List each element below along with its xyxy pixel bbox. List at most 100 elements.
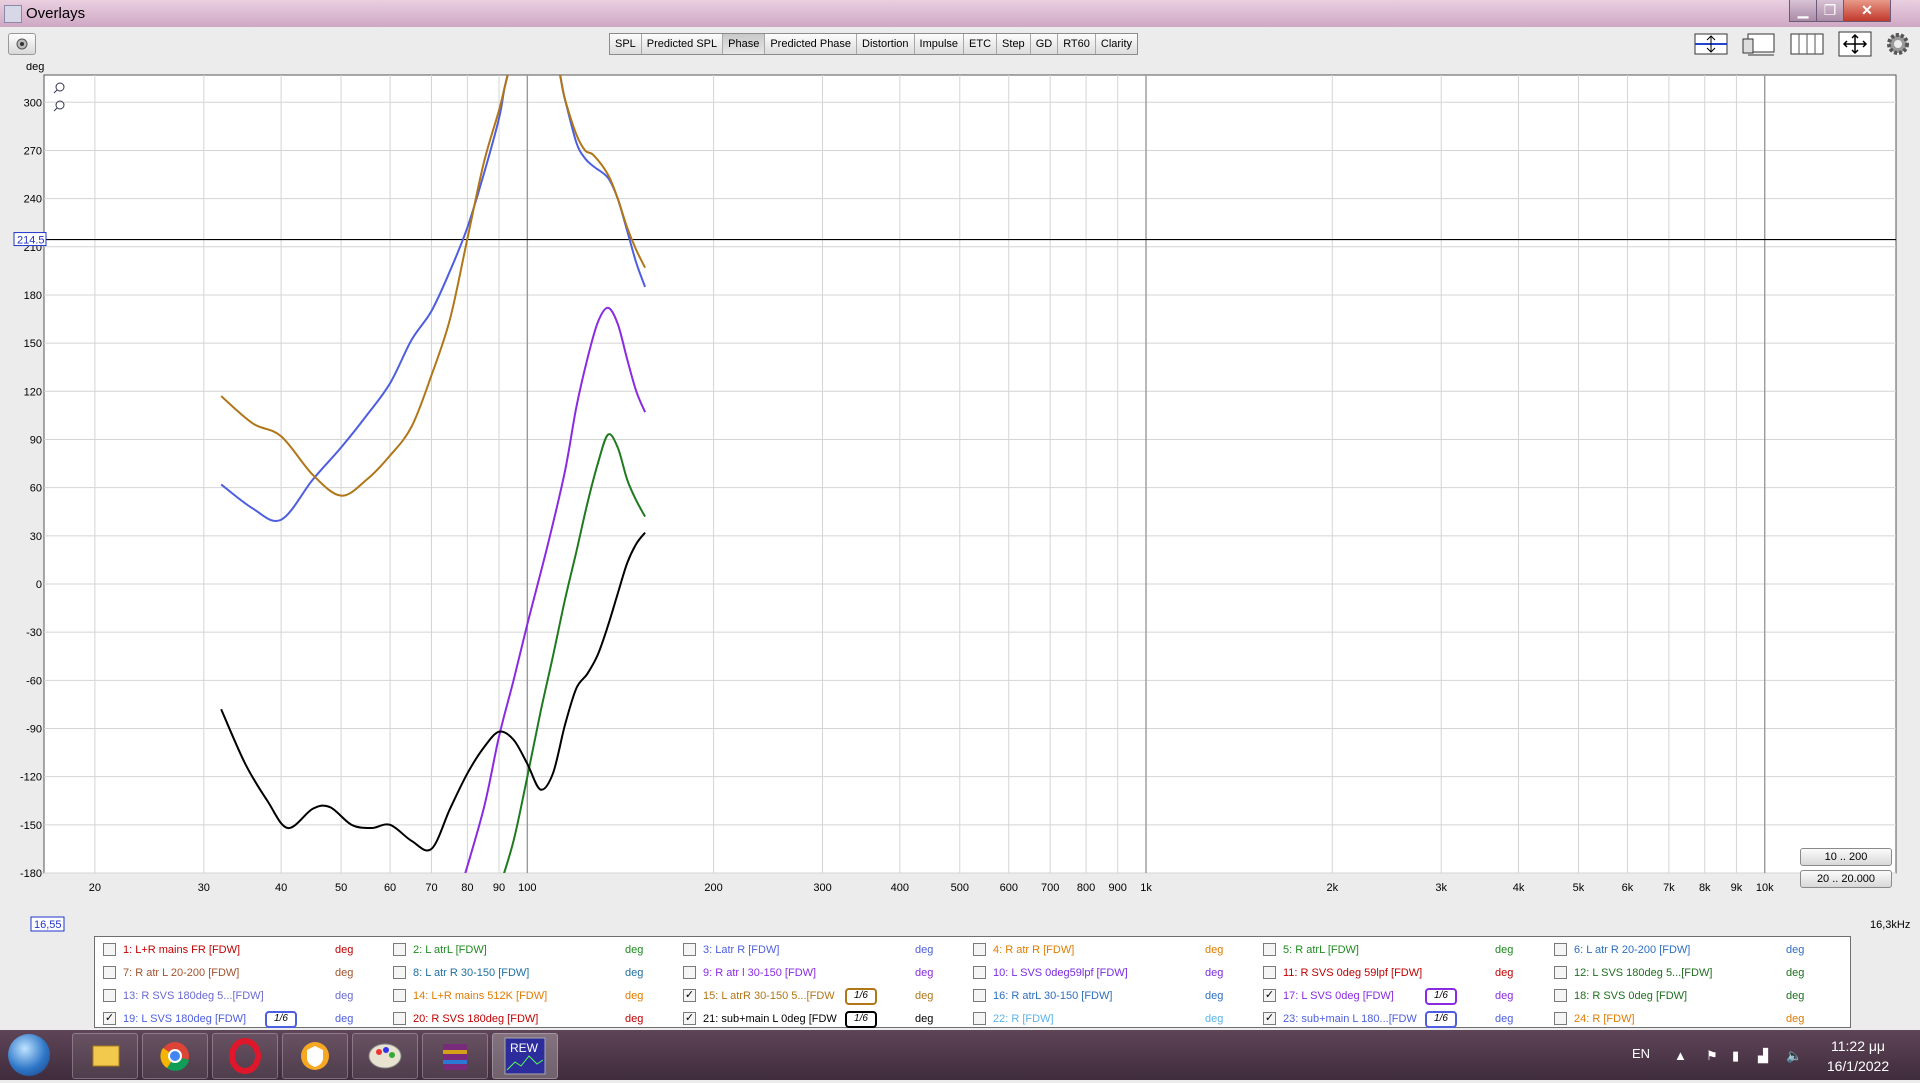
legend-item[interactable]: 4: R atr R [FDW] deg (969, 939, 1255, 960)
gear-icon[interactable] (1884, 31, 1912, 57)
opera-task[interactable] (212, 1033, 278, 1079)
legend-checkbox[interactable]: ✓ (1263, 989, 1276, 1002)
legend-checkbox[interactable]: ✓ (103, 1012, 116, 1025)
clock-date[interactable]: 16/1/2022 (1818, 1058, 1898, 1074)
flag-icon[interactable]: ⚑ (1706, 1048, 1718, 1064)
smoothing-badge[interactable]: 1/6 (1425, 1011, 1457, 1028)
legend-item[interactable]: 7: R atr L 20-200 [FDW] deg (99, 962, 385, 983)
tab-step[interactable]: Step (997, 34, 1031, 54)
legend-checkbox[interactable] (103, 966, 116, 979)
winrar-task[interactable] (422, 1033, 488, 1079)
y-tick-label: -30 (26, 627, 42, 639)
legend-checkbox[interactable]: ✓ (683, 1012, 696, 1025)
tab-impulse[interactable]: Impulse (914, 34, 965, 54)
legend-item[interactable]: 8: L atr R 30-150 [FDW] deg (389, 962, 675, 983)
language-indicator[interactable]: EN (1632, 1046, 1650, 1061)
close-button[interactable]: ✕ (1843, 0, 1891, 22)
smoothing-badge[interactable]: 1/6 (845, 1011, 877, 1028)
legend-checkbox[interactable] (1554, 943, 1567, 956)
legend-unit: deg (1495, 944, 1514, 956)
legend-checkbox[interactable] (973, 966, 986, 979)
battery-icon[interactable]: ▮ (1732, 1048, 1739, 1064)
legend-item[interactable]: 20: R SVS 180deg [FDW] deg (389, 1008, 675, 1029)
move-icon[interactable] (1838, 31, 1872, 57)
legend-item[interactable]: 22: R [FDW] deg (969, 1008, 1255, 1029)
smoothing-badge[interactable]: 1/6 (845, 988, 877, 1005)
legend-checkbox[interactable] (973, 943, 986, 956)
x-tick-label: 7k (1663, 882, 1675, 894)
tab-distortion[interactable]: Distortion (857, 34, 915, 54)
camera-button[interactable] (8, 33, 36, 55)
clock-time[interactable]: 11:22 μμ (1818, 1038, 1898, 1054)
legend-item[interactable]: 24: R [FDW] deg (1550, 1008, 1836, 1029)
tab-rt60[interactable]: RT60 (1058, 34, 1096, 54)
minimize-button[interactable]: ▁ (1789, 0, 1817, 22)
start-button[interactable] (8, 1034, 50, 1076)
legend-checkbox[interactable] (393, 943, 406, 956)
volume-icon[interactable]: 🔈 (1786, 1048, 1802, 1064)
show-hidden-icons[interactable]: ▲ (1674, 1048, 1687, 1063)
smoothing-badge[interactable]: 1/6 (265, 1011, 297, 1028)
file-explorer-task[interactable] (72, 1033, 138, 1079)
legend-item[interactable]: ✓ 23: sub+main L 180...[FDW 1/6 deg (1259, 1008, 1545, 1029)
legend-item[interactable]: 14: L+R mains 512K [FDW] deg (389, 985, 675, 1006)
tab-predicted-phase[interactable]: Predicted Phase (765, 34, 858, 54)
legend-checkbox[interactable] (103, 989, 116, 1002)
legend-checkbox[interactable] (393, 966, 406, 979)
chrome-task[interactable] (142, 1033, 208, 1079)
tab-gd[interactable]: GD (1030, 34, 1059, 54)
legend-checkbox[interactable] (1554, 1012, 1567, 1025)
rew-task[interactable]: REW (492, 1033, 558, 1079)
x-tick-label: 80 (461, 882, 473, 894)
legend-item[interactable]: 3: Latr R [FDW] deg (679, 939, 965, 960)
range-10-200-button[interactable]: 10 .. 200 (1800, 848, 1892, 866)
legend-checkbox[interactable] (393, 989, 406, 1002)
range-20-20000-button[interactable]: 20 .. 20.000 (1800, 870, 1892, 888)
legend-checkbox[interactable] (1554, 989, 1567, 1002)
legend-checkbox[interactable] (683, 943, 696, 956)
legend-item[interactable]: ✓ 15: L atrR 30-150 5...[FDW 1/6 deg (679, 985, 965, 1006)
legend-unit: deg (1786, 967, 1805, 979)
legend-item[interactable]: ✓ 17: L SVS 0deg [FDW] 1/6 deg (1259, 985, 1545, 1006)
legend-item[interactable]: 9: R atr l 30-150 [FDW] deg (679, 962, 965, 983)
smoothing-badge[interactable]: 1/6 (1425, 988, 1457, 1005)
legend-item[interactable]: 12: L SVS 180deg 5...[FDW] deg (1550, 962, 1836, 983)
legend-checkbox[interactable] (393, 1012, 406, 1025)
legend-item[interactable]: 6: L atr R 20-200 [FDW] deg (1550, 939, 1836, 960)
legend-item[interactable]: 11: R SVS 0deg 59lpf [FDW] deg (1259, 962, 1545, 983)
legend-item[interactable]: 2: L atrL [FDW] deg (389, 939, 675, 960)
legend-item[interactable]: 10: L SVS 0deg59lpf [FDW] deg (969, 962, 1255, 983)
legend-item[interactable]: ✓ 19: L SVS 180deg [FDW] 1/6 deg (99, 1008, 385, 1029)
maximize-button[interactable]: ❐ (1816, 0, 1844, 22)
tab-etc[interactable]: ETC (964, 34, 998, 54)
legend-item[interactable]: 16: R atrL 30-150 [FDW] deg (969, 985, 1255, 1006)
legend-checkbox[interactable] (683, 966, 696, 979)
paint-task[interactable] (352, 1033, 418, 1079)
legend-item[interactable]: 5: R atrL [FDW] deg (1259, 939, 1545, 960)
tab-predicted-spl[interactable]: Predicted SPL (641, 34, 724, 54)
network-icon[interactable]: ▟ (1758, 1048, 1768, 1064)
legend-checkbox[interactable] (103, 943, 116, 956)
legend-checkbox[interactable] (1554, 966, 1567, 979)
legend-item[interactable]: 13: R SVS 180deg 5...[FDW] deg (99, 985, 385, 1006)
overlay-view-icon[interactable] (1742, 31, 1776, 57)
tab-clarity[interactable]: Clarity (1095, 34, 1138, 54)
grid-view-icon[interactable] (1790, 31, 1824, 57)
limits-icon[interactable] (1694, 31, 1728, 57)
legend-checkbox[interactable]: ✓ (683, 989, 696, 1002)
legend-item[interactable]: 18: R SVS 0deg [FDW] deg (1550, 985, 1836, 1006)
legend-label: 2: L atrL [FDW] (413, 944, 487, 956)
legend-unit: deg (1495, 990, 1514, 1002)
legend-checkbox[interactable] (973, 1012, 986, 1025)
legend-checkbox[interactable] (1263, 943, 1276, 956)
legend-item[interactable]: 1: L+R mains FR [FDW] deg (99, 939, 385, 960)
phase-graph[interactable]: deg 3002702402101801501209060300-30-60-9… (0, 63, 1920, 935)
legend-item[interactable]: ✓ 21: sub+main L 0deg [FDW 1/6 deg (679, 1008, 965, 1029)
vpn-task[interactable] (282, 1033, 348, 1079)
tab-phase[interactable]: Phase (723, 34, 766, 54)
legend-unit: deg (1786, 1013, 1805, 1025)
tab-spl[interactable]: SPL (610, 34, 642, 54)
legend-checkbox[interactable]: ✓ (1263, 1012, 1276, 1025)
legend-checkbox[interactable] (1263, 966, 1276, 979)
legend-checkbox[interactable] (973, 989, 986, 1002)
